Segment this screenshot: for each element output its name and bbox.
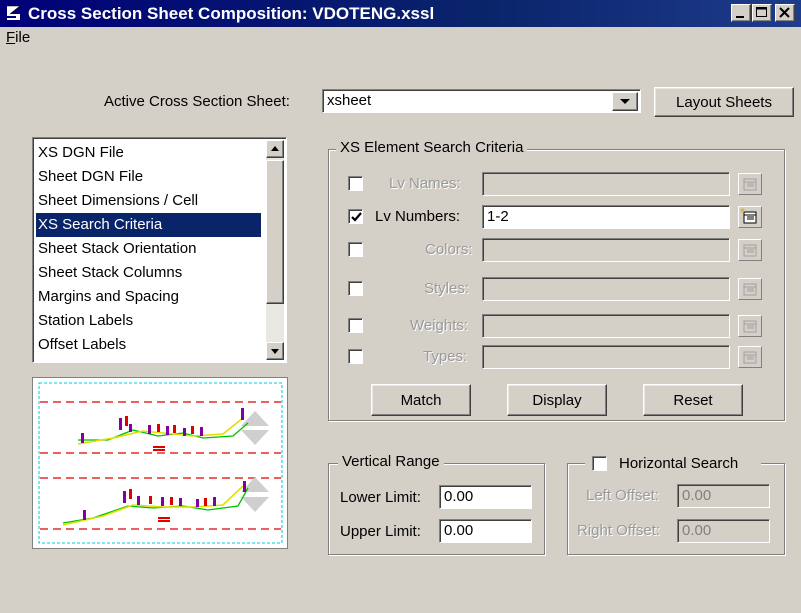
weights-checkbox[interactable] <box>348 318 363 333</box>
active-sheet-select[interactable]: xsheet <box>322 89 641 113</box>
horizontal-search-title: Horizontal Search <box>619 455 739 472</box>
list-item-sheet-dgn-file[interactable]: Sheet DGN File <box>36 165 261 189</box>
list-picker-icon <box>740 208 757 224</box>
list-picker-icon <box>743 351 757 364</box>
lv-names-label: Lv Names: <box>389 175 461 192</box>
styles-field[interactable] <box>482 277 730 301</box>
lower-limit-label: Lower Limit: <box>340 489 421 506</box>
checkmark-icon <box>351 212 362 222</box>
active-sheet-value: xsheet <box>327 92 372 109</box>
display-label: Display <box>532 391 582 409</box>
scroll-down-button[interactable] <box>266 342 284 360</box>
scroll-thumb[interactable] <box>266 160 284 304</box>
close-icon <box>779 7 790 18</box>
types-picker-button[interactable] <box>738 346 762 368</box>
layout-sheets-button[interactable]: Layout Sheets <box>654 87 794 117</box>
chevron-down-icon <box>620 99 630 104</box>
colors-label: Colors: <box>425 241 473 258</box>
minimize-icon <box>736 16 744 18</box>
styles-label: Styles: <box>424 280 470 297</box>
active-sheet-dropdown-button[interactable] <box>612 92 638 111</box>
menu-file-mnemonic: F <box>6 29 16 46</box>
list-item-station-labels[interactable]: Station Labels <box>36 309 261 333</box>
upper-limit-input[interactable]: 0.00 <box>439 519 532 543</box>
lv-numbers-picker-button[interactable] <box>738 206 762 228</box>
styles-picker-button[interactable] <box>738 278 762 300</box>
styles-checkbox[interactable] <box>348 281 363 296</box>
layout-sheets-label: Layout Sheets <box>676 93 772 111</box>
lower-limit-input[interactable]: 0.00 <box>439 485 532 509</box>
arrow-up-icon <box>271 146 279 151</box>
arrow-down-icon <box>271 349 279 354</box>
active-sheet-label: Active Cross Section Sheet: <box>104 93 290 110</box>
types-field[interactable] <box>482 345 730 369</box>
lv-numbers-field[interactable]: 1-2 <box>482 205 730 229</box>
right-offset-label: Right Offset: <box>577 522 661 539</box>
colors-checkbox[interactable] <box>348 242 363 257</box>
display-button[interactable]: Display <box>507 384 607 416</box>
menu-file[interactable]: File <box>6 29 30 46</box>
left-offset-input[interactable]: 0.00 <box>677 484 770 508</box>
scroll-up-button[interactable] <box>266 140 284 158</box>
upper-limit-label: Upper Limit: <box>340 523 421 540</box>
list-item-xs-dgn-file[interactable]: XS DGN File <box>36 141 261 165</box>
menu-bar: File <box>0 27 801 49</box>
minimize-button[interactable] <box>731 4 751 22</box>
sheet-preview <box>32 377 288 549</box>
list-item-sheet-dimensions[interactable]: Sheet Dimensions / Cell <box>36 189 261 213</box>
types-checkbox[interactable] <box>348 349 363 364</box>
right-offset-value: 0.00 <box>682 522 712 539</box>
category-list[interactable]: XS DGN File Sheet DGN File Sheet Dimensi… <box>32 137 287 363</box>
list-item-margins-and-spacing[interactable]: Margins and Spacing <box>36 285 261 309</box>
list-picker-icon <box>743 244 757 257</box>
list-item-offset-labels[interactable]: Offset Labels <box>36 333 261 357</box>
weights-picker-button[interactable] <box>738 315 762 337</box>
right-offset-input[interactable]: 0.00 <box>677 519 770 543</box>
match-button[interactable]: Match <box>371 384 471 416</box>
lv-numbers-value: 1-2 <box>487 208 509 225</box>
lv-names-checkbox[interactable] <box>348 176 363 191</box>
reset-button[interactable]: Reset <box>643 384 743 416</box>
list-picker-icon <box>743 320 757 333</box>
list-scrollbar[interactable] <box>266 140 284 360</box>
app-logo-icon <box>7 5 21 20</box>
list-picker-icon <box>743 178 757 191</box>
lower-limit-value: 0.00 <box>444 488 474 505</box>
weights-label: Weights: <box>410 317 469 334</box>
match-label: Match <box>400 391 442 409</box>
maximize-button[interactable] <box>752 4 772 22</box>
lv-names-field[interactable] <box>482 172 730 196</box>
vertical-range-title: Vertical Range <box>338 453 444 470</box>
types-label: Types: <box>423 348 468 365</box>
list-item-xs-search-criteria[interactable]: XS Search Criteria <box>36 213 261 237</box>
horizontal-search-checkbox[interactable] <box>592 456 607 471</box>
list-picker-icon <box>743 283 757 296</box>
left-offset-label: Left Offset: <box>586 487 660 504</box>
lv-numbers-label: Lv Numbers: <box>375 208 461 225</box>
search-criteria-title: XS Element Search Criteria <box>336 139 528 156</box>
left-offset-value: 0.00 <box>682 487 712 504</box>
menu-file-label: ile <box>15 29 31 46</box>
lv-names-picker-button[interactable] <box>738 173 762 195</box>
colors-picker-button[interactable] <box>738 239 762 261</box>
upper-limit-value: 0.00 <box>444 522 474 539</box>
list-item-sheet-stack-orientation[interactable]: Sheet Stack Orientation <box>36 237 261 261</box>
reset-label: Reset <box>673 391 713 409</box>
colors-field[interactable] <box>482 238 730 262</box>
sheet-preview-drawing <box>38 382 283 544</box>
window-title: Cross Section Sheet Composition: VDOTENG… <box>28 4 435 23</box>
title-bar[interactable]: Cross Section Sheet Composition: VDOTENG… <box>0 0 801 27</box>
list-item-sheet-stack-columns[interactable]: Sheet Stack Columns <box>36 261 261 285</box>
close-button[interactable] <box>775 4 795 22</box>
lv-numbers-checkbox[interactable] <box>348 209 363 224</box>
maximize-icon <box>756 7 767 17</box>
weights-field[interactable] <box>482 314 730 338</box>
